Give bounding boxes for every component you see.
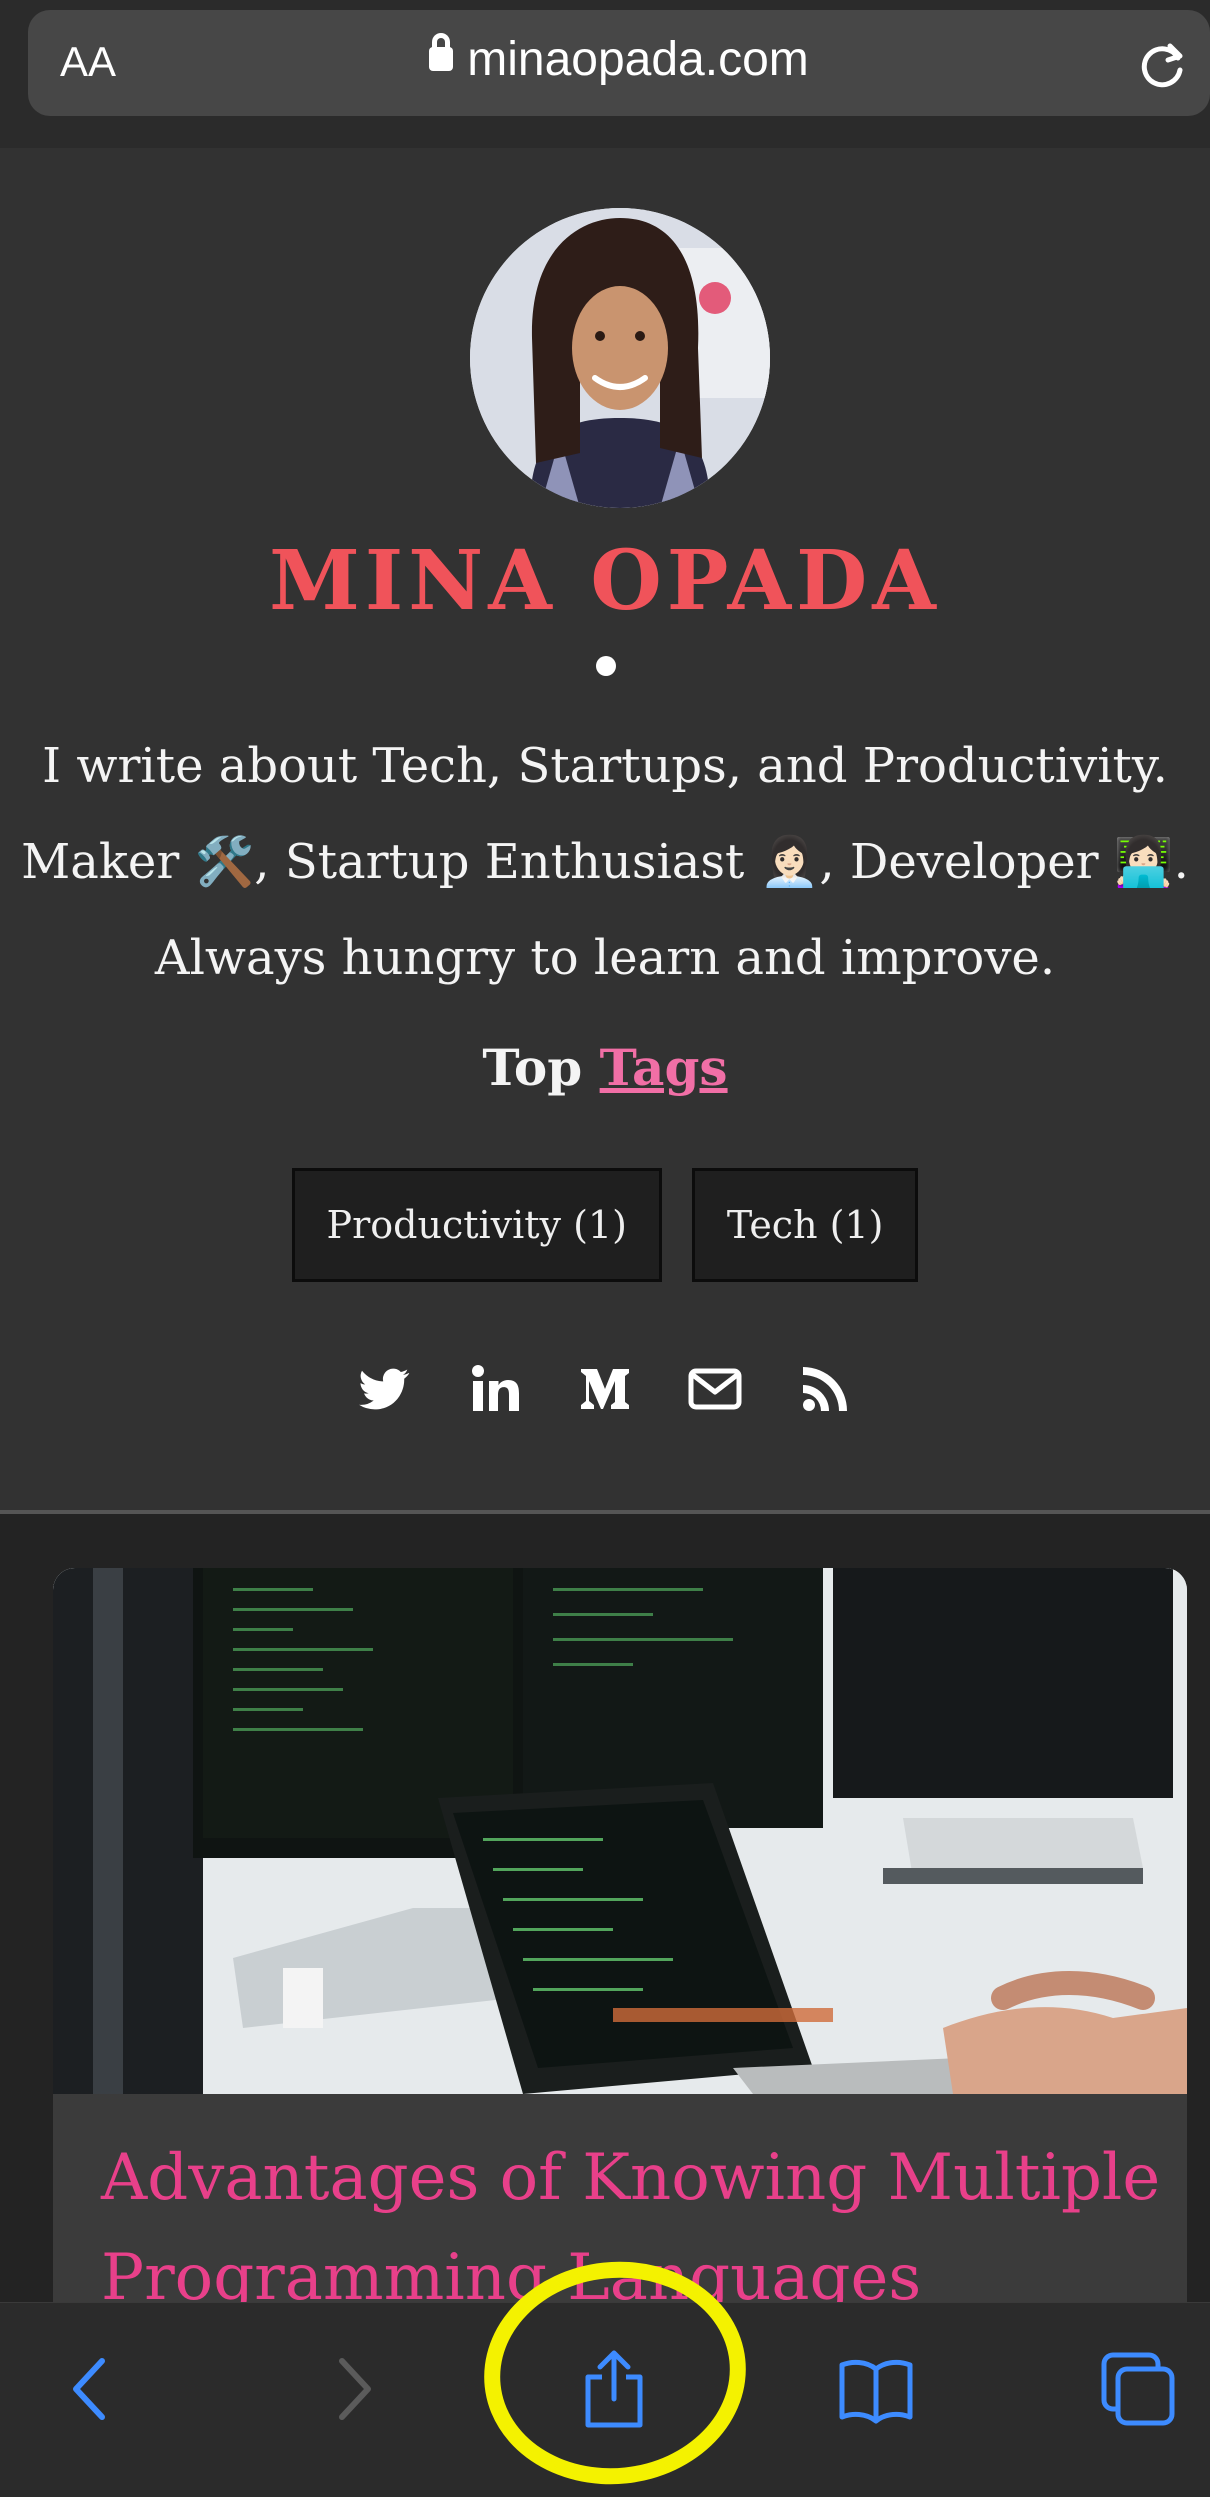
top-tags-heading: Top Tags <box>0 1038 1210 1097</box>
tabs-icon[interactable] <box>1096 2347 1180 2431</box>
tags-link[interactable]: Tags <box>600 1038 728 1097</box>
linkedin-icon[interactable] <box>467 1361 523 1417</box>
tag-list: Productivity (1) Tech (1) <box>0 1168 1210 1282</box>
social-links <box>0 1361 1210 1417</box>
medium-icon[interactable] <box>577 1361 633 1417</box>
bio-line: Always hungry to learn and improve. <box>154 930 1056 986</box>
profile-section: MINA OPADA I write about Tech, Startups,… <box>0 148 1210 1514</box>
post-cover-photo <box>53 1568 1187 2094</box>
reload-icon[interactable] <box>1134 36 1190 92</box>
author-name: MINA OPADA <box>269 533 941 629</box>
tag-productivity[interactable]: Productivity (1) <box>291 1168 662 1282</box>
avatar-photo <box>470 208 770 508</box>
bio-line: Maker 🛠️, Startup Enthusiast 👩🏻‍💼, Devel… <box>21 834 1189 890</box>
back-icon[interactable] <box>50 2347 134 2431</box>
url-text: minaopada.com <box>467 33 809 86</box>
top-tags-prefix: Top <box>482 1038 583 1097</box>
url-display[interactable]: minaopada.com <box>28 32 1210 87</box>
separator-dot <box>596 656 616 676</box>
bookmarks-icon[interactable] <box>834 2347 918 2431</box>
address-bar[interactable]: AA minaopada.com <box>28 10 1210 116</box>
bio-line: I write about Tech, Startups, and Produc… <box>42 738 1168 794</box>
rss-icon[interactable] <box>797 1361 853 1417</box>
avatar <box>470 208 770 508</box>
author-bio: I write about Tech, Startups, and Produc… <box>0 718 1210 1006</box>
mail-icon[interactable] <box>687 1361 743 1417</box>
post-cover-image[interactable] <box>53 1568 1187 2094</box>
forward-icon[interactable] <box>310 2347 394 2431</box>
lock-icon <box>429 33 454 71</box>
tag-tech[interactable]: Tech (1) <box>691 1168 919 1282</box>
twitter-icon[interactable] <box>357 1361 413 1417</box>
browser-top-bar: AA minaopada.com <box>0 0 1210 148</box>
